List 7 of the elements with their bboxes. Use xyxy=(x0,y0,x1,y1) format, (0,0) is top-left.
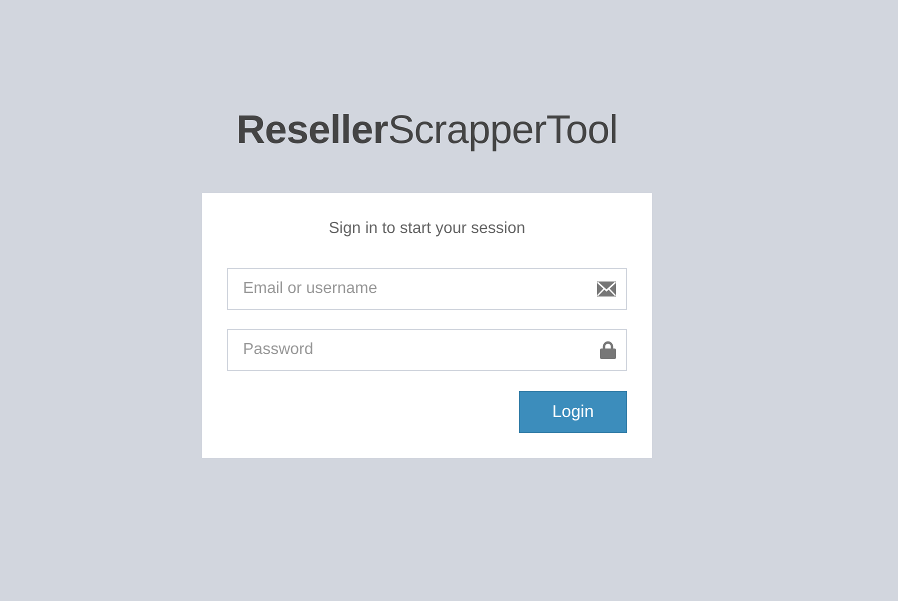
email-field[interactable]: Email or username xyxy=(227,268,627,310)
lock-icon xyxy=(600,341,616,359)
envelope-icon xyxy=(597,282,616,296)
login-message: Sign in to start your session xyxy=(328,219,526,239)
login-button[interactable]: Login xyxy=(519,391,627,433)
password-field[interactable]: Password xyxy=(227,329,627,371)
logo-title: ResellerScrapperTool xyxy=(236,107,618,154)
